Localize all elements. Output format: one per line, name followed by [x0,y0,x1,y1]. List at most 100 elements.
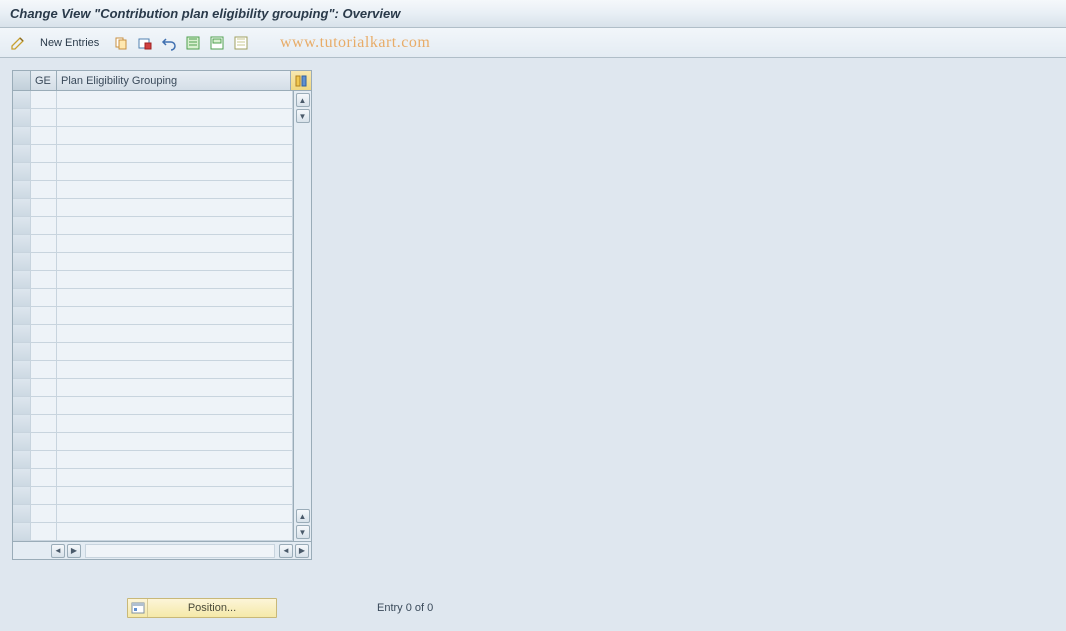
table-row[interactable] [13,379,293,397]
row-selector[interactable] [13,163,31,180]
cell-ge[interactable] [31,199,57,216]
grid-configure-icon[interactable] [291,71,311,90]
scroll-first-icon[interactable]: ◄ [51,544,65,558]
cell-desc[interactable] [57,487,293,504]
table-row[interactable] [13,487,293,505]
undo-icon[interactable] [159,33,179,53]
row-selector[interactable] [13,415,31,432]
table-row[interactable] [13,397,293,415]
cell-desc[interactable] [57,415,293,432]
table-row[interactable] [13,271,293,289]
select-block-icon[interactable] [207,33,227,53]
scroll-left-icon[interactable]: ▶ [67,544,81,558]
scroll-up-icon[interactable]: ▲ [296,93,310,107]
row-selector[interactable] [13,307,31,324]
cell-ge[interactable] [31,361,57,378]
table-row[interactable] [13,469,293,487]
cell-desc[interactable] [57,343,293,360]
cell-ge[interactable] [31,235,57,252]
cell-ge[interactable] [31,505,57,522]
table-row[interactable] [13,451,293,469]
cell-desc[interactable] [57,361,293,378]
table-row[interactable] [13,523,293,541]
cell-ge[interactable] [31,181,57,198]
cell-desc[interactable] [57,271,293,288]
cell-desc[interactable] [57,217,293,234]
grid-header-selector[interactable] [13,71,31,90]
cell-desc[interactable] [57,145,293,162]
hscroll-track[interactable] [85,544,275,558]
row-selector[interactable] [13,343,31,360]
table-row[interactable] [13,289,293,307]
cell-ge[interactable] [31,127,57,144]
row-selector[interactable] [13,127,31,144]
row-selector[interactable] [13,91,31,108]
select-all-icon[interactable] [183,33,203,53]
row-selector[interactable] [13,523,31,540]
cell-ge[interactable] [31,379,57,396]
table-row[interactable] [13,127,293,145]
table-row[interactable] [13,325,293,343]
grid-header-ge[interactable]: GE [31,71,57,90]
table-row[interactable] [13,235,293,253]
scroll-right-icon[interactable]: ◄ [279,544,293,558]
table-row[interactable] [13,433,293,451]
cell-ge[interactable] [31,433,57,450]
cell-ge[interactable] [31,469,57,486]
scroll-down-icon[interactable]: ▼ [296,109,310,123]
row-selector[interactable] [13,361,31,378]
table-row[interactable] [13,217,293,235]
delete-icon[interactable] [135,33,155,53]
cell-desc[interactable] [57,505,293,522]
table-row[interactable] [13,361,293,379]
row-selector[interactable] [13,397,31,414]
row-selector[interactable] [13,289,31,306]
horizontal-scrollbar[interactable]: ◄ ▶ ◄ ▶ [13,541,311,559]
cell-desc[interactable] [57,523,293,540]
table-row[interactable] [13,307,293,325]
table-row[interactable] [13,91,293,109]
row-selector[interactable] [13,253,31,270]
row-selector[interactable] [13,109,31,126]
cell-ge[interactable] [31,163,57,180]
row-selector[interactable] [13,505,31,522]
row-selector[interactable] [13,235,31,252]
cell-desc[interactable] [57,325,293,342]
cell-desc[interactable] [57,397,293,414]
row-selector[interactable] [13,325,31,342]
table-row[interactable] [13,415,293,433]
scroll-up2-icon[interactable]: ▲ [296,509,310,523]
cell-desc[interactable] [57,469,293,486]
row-selector[interactable] [13,217,31,234]
position-button[interactable]: Position... [127,598,277,618]
cell-ge[interactable] [31,307,57,324]
vertical-scrollbar[interactable]: ▲ ▼ ▲ ▼ [293,91,311,541]
cell-desc[interactable] [57,451,293,468]
cell-desc[interactable] [57,127,293,144]
row-selector[interactable] [13,271,31,288]
cell-ge[interactable] [31,343,57,360]
cell-ge[interactable] [31,325,57,342]
cell-ge[interactable] [31,109,57,126]
cell-desc[interactable] [57,199,293,216]
cell-desc[interactable] [57,235,293,252]
cell-ge[interactable] [31,271,57,288]
table-row[interactable] [13,343,293,361]
cell-ge[interactable] [31,289,57,306]
grid-header-desc[interactable]: Plan Eligibility Grouping [57,71,291,90]
cell-ge[interactable] [31,523,57,540]
cell-desc[interactable] [57,109,293,126]
table-row[interactable] [13,109,293,127]
table-row[interactable] [13,181,293,199]
cell-desc[interactable] [57,307,293,324]
cell-ge[interactable] [31,487,57,504]
cell-ge[interactable] [31,415,57,432]
cell-desc[interactable] [57,289,293,306]
row-selector[interactable] [13,451,31,468]
cell-desc[interactable] [57,253,293,270]
table-row[interactable] [13,163,293,181]
cell-ge[interactable] [31,145,57,162]
table-row[interactable] [13,505,293,523]
table-row[interactable] [13,253,293,271]
new-entries-button[interactable]: New Entries [32,35,107,51]
